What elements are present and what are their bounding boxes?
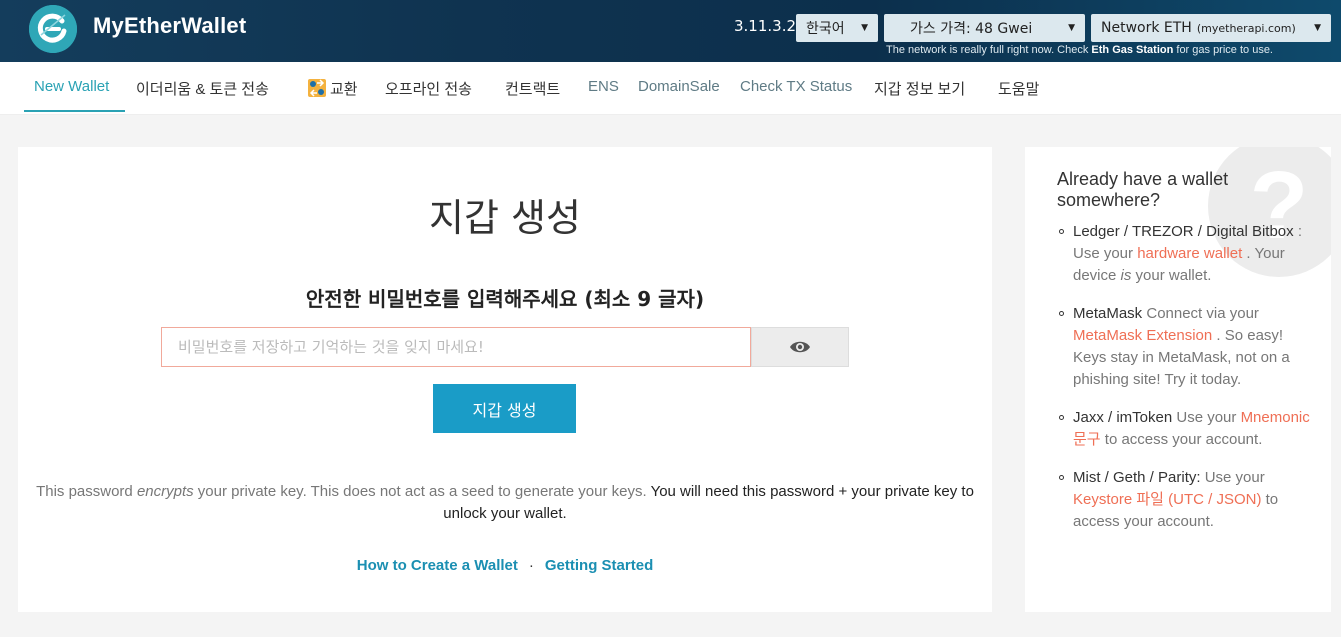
getting-started-link[interactable]: Getting Started bbox=[545, 557, 653, 574]
show-password-button[interactable] bbox=[751, 327, 849, 367]
item-heading: Mist / Geth / Parity: bbox=[1073, 469, 1201, 486]
item-text: Use your bbox=[1172, 409, 1241, 426]
tab-swap-label: 교환 bbox=[330, 81, 358, 98]
language-dropdown[interactable]: 한국어 ▼ bbox=[796, 14, 878, 42]
tab-contracts[interactable]: 컨트랙트 bbox=[505, 78, 560, 99]
notice-text: The network is really full right now. Ch… bbox=[886, 44, 1092, 56]
tab-check-tx[interactable]: Check TX Status bbox=[740, 78, 852, 95]
list-item: MetaMask Connect via your MetaMask Exten… bbox=[1057, 303, 1319, 391]
bullet-icon bbox=[1059, 475, 1064, 480]
item-heading: Jaxx / imToken bbox=[1073, 409, 1173, 426]
list-item: Ledger / TREZOR / Digital Bitbox : Use y… bbox=[1057, 221, 1319, 287]
tab-new-wallet[interactable]: New Wallet bbox=[34, 78, 109, 95]
tab-help[interactable]: 도움말 bbox=[998, 78, 1039, 99]
chevron-down-icon: ▼ bbox=[1314, 23, 1321, 33]
how-to-create-link[interactable]: How to Create a Wallet bbox=[357, 557, 518, 574]
tab-send[interactable]: 이더리움 & 토큰 전송 bbox=[136, 78, 269, 99]
language-label: 한국어 bbox=[806, 21, 845, 37]
item-text: your wallet. bbox=[1131, 267, 1212, 284]
bullet-icon bbox=[1059, 311, 1064, 316]
network-label: Network ETH bbox=[1101, 20, 1192, 36]
create-wallet-card: 지갑 생성 안전한 비밀번호를 입력해주세요 (최소 9 글자) 지갑 생성 T… bbox=[18, 147, 992, 612]
chevron-down-icon: ▼ bbox=[1068, 23, 1075, 33]
notice-text-end: for gas price to use. bbox=[1173, 44, 1273, 56]
sidebar-title: Already have a wallet somewhere? bbox=[1057, 169, 1229, 210]
swap-icon bbox=[308, 79, 326, 97]
item-heading: Ledger / TREZOR / Digital Bitbox bbox=[1073, 223, 1294, 240]
logo-text[interactable]: MyEtherWallet bbox=[93, 13, 246, 39]
desc-text: This password bbox=[36, 483, 137, 500]
desc-emphasis: encrypts bbox=[136, 483, 194, 500]
tab-ens[interactable]: ENS bbox=[588, 78, 619, 95]
tab-domainsale[interactable]: DomainSale bbox=[638, 78, 720, 95]
item-text: to access your account. bbox=[1100, 431, 1263, 448]
wallet-options-list: Ledger / TREZOR / Digital Bitbox : Use y… bbox=[1057, 221, 1319, 549]
item-text: Use your bbox=[1200, 469, 1265, 486]
desc-text-mid: your private key. This does not act as a… bbox=[193, 483, 651, 500]
help-links: How to Create a Wallet · Getting Started bbox=[18, 557, 992, 574]
tab-offline[interactable]: 오프라인 전송 bbox=[385, 78, 472, 99]
gas-price-dropdown[interactable]: 가스 가격: 48 Gwei ▼ bbox=[884, 14, 1085, 42]
password-prompt: 안전한 비밀번호를 입력해주세요 (최소 9 글자) bbox=[305, 287, 705, 311]
bullet-icon bbox=[1059, 415, 1064, 420]
gas-price-label: 가스 가격: 48 Gwei bbox=[910, 21, 1033, 37]
tab-swap[interactable]: 교환 bbox=[308, 78, 358, 99]
logo-icon[interactable] bbox=[29, 5, 77, 53]
create-wallet-button[interactable]: 지갑 생성 bbox=[433, 384, 576, 433]
existing-wallet-sidebar: ? Already have a wallet somewhere? Ledge… bbox=[1025, 147, 1331, 612]
main-nav: New Wallet 이더리움 & 토큰 전송 교환 오프라인 전송 컨트랙트 … bbox=[0, 62, 1341, 115]
chevron-down-icon: ▼ bbox=[861, 23, 868, 33]
page-title: 지갑 생성 bbox=[429, 196, 581, 240]
top-header: MyEtherWallet 3.11.3.2 한국어 ▼ 가스 가격: 48 G… bbox=[0, 0, 1341, 62]
bullet-icon bbox=[1059, 229, 1064, 234]
active-tab-indicator bbox=[24, 110, 125, 112]
list-item: Mist / Geth / Parity: Use your Keystore … bbox=[1057, 467, 1319, 533]
list-item: Jaxx / imToken Use your Mnemonic 문구 to a… bbox=[1057, 407, 1319, 451]
password-description: This password encrypts your private key.… bbox=[36, 481, 974, 525]
item-heading: MetaMask bbox=[1073, 305, 1143, 322]
item-emphasis: is bbox=[1120, 267, 1132, 284]
tab-view-wallet[interactable]: 지갑 정보 보기 bbox=[874, 78, 965, 99]
metamask-link[interactable]: MetaMask Extension bbox=[1073, 327, 1212, 344]
eth-gas-station-link[interactable]: Eth Gas Station bbox=[1091, 44, 1173, 56]
version-label: 3.11.3.2 bbox=[734, 17, 797, 35]
network-dropdown[interactable]: Network ETH (myetherapi.com) ▼ bbox=[1091, 14, 1331, 42]
item-text: Connect via your bbox=[1142, 305, 1259, 322]
network-api-label: (myetherapi.com) bbox=[1196, 21, 1296, 35]
network-notice: The network is really full right now. Ch… bbox=[886, 44, 1273, 56]
hardware-wallet-link[interactable]: hardware wallet bbox=[1137, 245, 1242, 262]
eye-icon bbox=[790, 341, 810, 353]
keystore-link[interactable]: Keystore 파일 (UTC / JSON) bbox=[1073, 491, 1261, 508]
link-separator: · bbox=[528, 557, 534, 574]
password-input[interactable] bbox=[161, 327, 751, 367]
